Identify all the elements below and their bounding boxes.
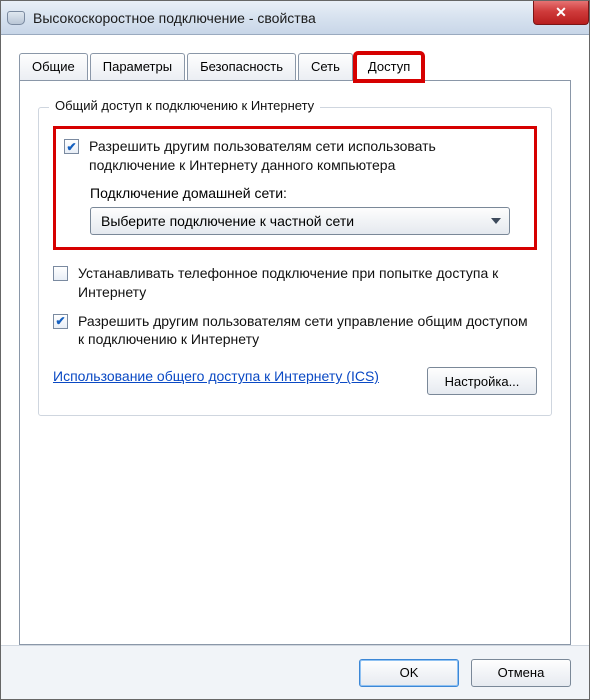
close-button[interactable]: ✕ bbox=[533, 1, 589, 25]
tab-sharing[interactable]: Доступ bbox=[355, 53, 423, 81]
modem-icon bbox=[7, 11, 25, 25]
ics-group: Общий доступ к подключению к Интернету Р… bbox=[38, 107, 552, 416]
home-net-combo[interactable]: Выберите подключение к частной сети bbox=[90, 207, 510, 235]
dialog-footer: OK Отмена bbox=[1, 645, 589, 699]
properties-window: Высокоскоростное подключение - свойства … bbox=[0, 0, 590, 700]
window-title: Высокоскоростное подключение - свойства bbox=[33, 10, 316, 26]
allow-control-row: Разрешить другим пользователям сети упра… bbox=[53, 312, 537, 350]
tab-network[interactable]: Сеть bbox=[298, 53, 353, 80]
ics-bottom-row: Использование общего доступа к Интернету… bbox=[53, 367, 537, 395]
allow-control-label: Разрешить другим пользователям сети упра… bbox=[78, 312, 537, 350]
tab-strip: Общие Параметры Безопасность Сеть Доступ bbox=[19, 53, 571, 80]
settings-button[interactable]: Настройка... bbox=[427, 367, 537, 395]
titlebar: Высокоскоростное подключение - свойства … bbox=[1, 1, 589, 35]
allow-control-checkbox[interactable] bbox=[53, 314, 68, 329]
allow-share-label: Разрешить другим пользователям сети испо… bbox=[89, 137, 526, 175]
allow-share-checkbox[interactable] bbox=[64, 139, 79, 154]
chevron-down-icon bbox=[491, 218, 501, 224]
ics-group-title: Общий доступ к подключению к Интернету bbox=[49, 98, 320, 113]
dial-checkbox[interactable] bbox=[53, 266, 68, 281]
dialog-body: Общие Параметры Безопасность Сеть Доступ… bbox=[1, 35, 589, 645]
dial-label: Устанавливать телефонное подключение при… bbox=[78, 264, 537, 302]
ics-help-link[interactable]: Использование общего доступа к Интернету… bbox=[53, 367, 379, 387]
tab-general[interactable]: Общие bbox=[19, 53, 88, 80]
home-net-combo-value: Выберите подключение к частной сети bbox=[101, 213, 354, 229]
ok-button[interactable]: OK bbox=[359, 659, 459, 687]
tab-security[interactable]: Безопасность bbox=[187, 53, 296, 80]
cancel-button[interactable]: Отмена bbox=[471, 659, 571, 687]
close-icon: ✕ bbox=[555, 4, 567, 21]
tab-options[interactable]: Параметры bbox=[90, 53, 185, 80]
highlight-box: Разрешить другим пользователям сети испо… bbox=[53, 126, 537, 250]
home-net-label: Подключение домашней сети: bbox=[90, 185, 526, 201]
allow-share-row: Разрешить другим пользователям сети испо… bbox=[64, 137, 526, 175]
dial-row: Устанавливать телефонное подключение при… bbox=[53, 264, 537, 302]
tab-panel-sharing: Общий доступ к подключению к Интернету Р… bbox=[19, 80, 571, 645]
